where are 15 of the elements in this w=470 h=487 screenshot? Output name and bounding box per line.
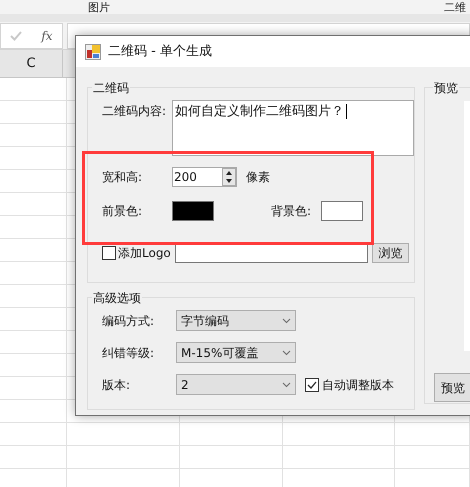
field-label: 版本: bbox=[102, 376, 132, 394]
field-label: 背景色: bbox=[271, 203, 312, 220]
checkbox-label: 添加Logo bbox=[118, 245, 172, 262]
group-title: 高级选项 bbox=[92, 289, 142, 307]
group-title: 预览 bbox=[433, 79, 459, 97]
field-label: 宽和高: bbox=[102, 169, 144, 186]
window-title: 二维码 - 单个生成 bbox=[108, 42, 212, 61]
field-label: 二维码内容: bbox=[102, 103, 166, 120]
ribbon-label: 二维 bbox=[444, 1, 466, 14]
checkbox-label: 自动调整版本 bbox=[322, 376, 394, 394]
unit-label: 像素 bbox=[246, 169, 270, 186]
field-label: 纠错等级: bbox=[102, 344, 156, 362]
field-label: 前景色: bbox=[102, 203, 144, 220]
ribbon-label: 图片 bbox=[88, 1, 110, 14]
field-label: 编码方式: bbox=[102, 312, 156, 330]
